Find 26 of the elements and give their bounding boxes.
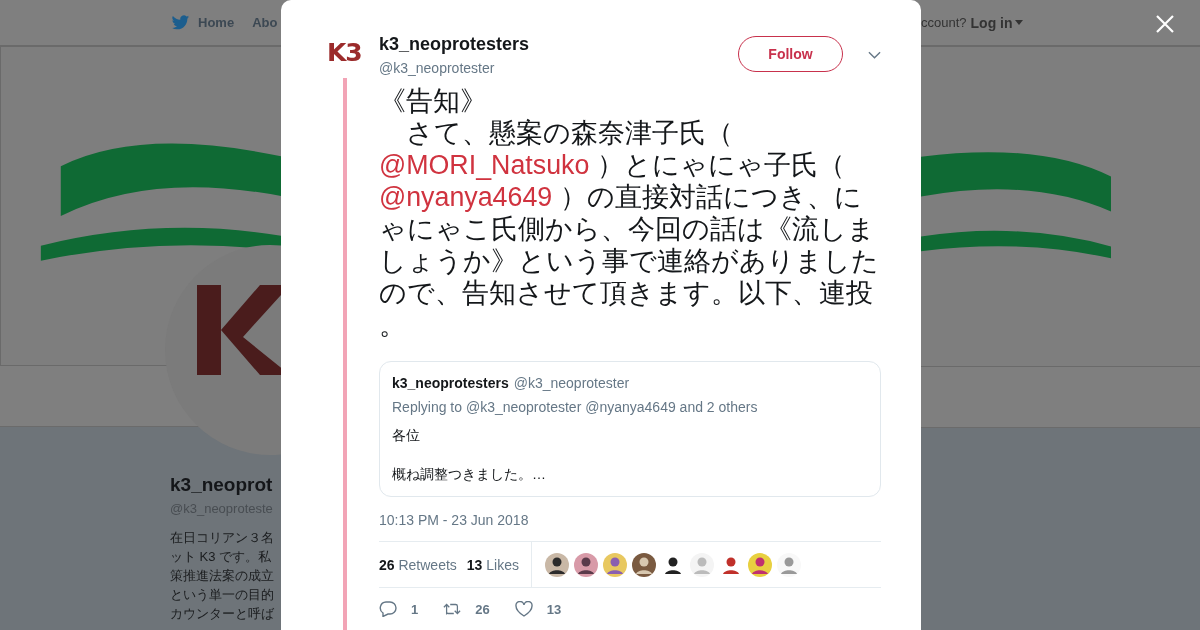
profile-name: k3_neoprot bbox=[170, 474, 274, 496]
quote-text: 各位 bbox=[392, 427, 421, 445]
stat-link[interactable]: 26 Retweets bbox=[379, 556, 457, 573]
bio-line: カウンターと呼ば bbox=[170, 605, 275, 623]
tweet-text: 《告知》 さて、懸案の森奈津子氏（ @MORI_Natsuko ）とにゃにゃ子氏（ @nyanya4649 ）の直接対話につき、にゃにゃこ氏側から、今回の話は《流しましょうか》という事で連絡がありましたので、告知させて頂きます。以下、連投。 bbox=[379, 85, 880, 341]
bio-line: 策推進法案の成立 bbox=[170, 567, 275, 585]
follow-button[interactable]: Follow bbox=[738, 36, 843, 72]
quote-author-name: k3_neoprotesters bbox=[392, 375, 509, 391]
quote-text: 概ね調整つきました。… bbox=[392, 466, 547, 484]
action-button[interactable]: 26 bbox=[443, 601, 490, 617]
author-handle: @k3_neoprotester bbox=[379, 60, 496, 76]
quoted-tweet[interactable]: k3_neoprotesters @k3_neoprotester Replying to @k3_neoprotester @nyanya4649 and 2 others 各位 概ね調整つきました。… bbox=[379, 361, 881, 497]
timestamp[interactable]: 10:13 PM - 23 Jun 2018 bbox=[379, 512, 881, 528]
quote-author-handle: @k3_neoprotester bbox=[513, 375, 630, 391]
replying-to: Replying to @k3_neoprotester @nyanya4649 and 2 others bbox=[392, 399, 759, 415]
stat-link[interactable]: 13 Likes bbox=[466, 556, 519, 573]
action-button[interactable]: 13 bbox=[514, 601, 562, 617]
login-link[interactable]: Log in bbox=[970, 14, 1023, 31]
author-name[interactable]: k3_neoprotesters bbox=[379, 34, 738, 55]
account-prompt: ccount? bbox=[921, 15, 967, 30]
mention-link[interactable]: @nyanya4649 bbox=[379, 182, 553, 212]
avatar-logo[interactable]: K3 bbox=[327, 38, 365, 67]
action-button[interactable]: 1 bbox=[379, 601, 419, 617]
mention-link[interactable]: @MORI_Natsuko bbox=[379, 150, 590, 180]
bio-line: 在日コリアン３名 bbox=[170, 529, 275, 547]
bio-line: ット K3 です。私 bbox=[170, 548, 273, 566]
